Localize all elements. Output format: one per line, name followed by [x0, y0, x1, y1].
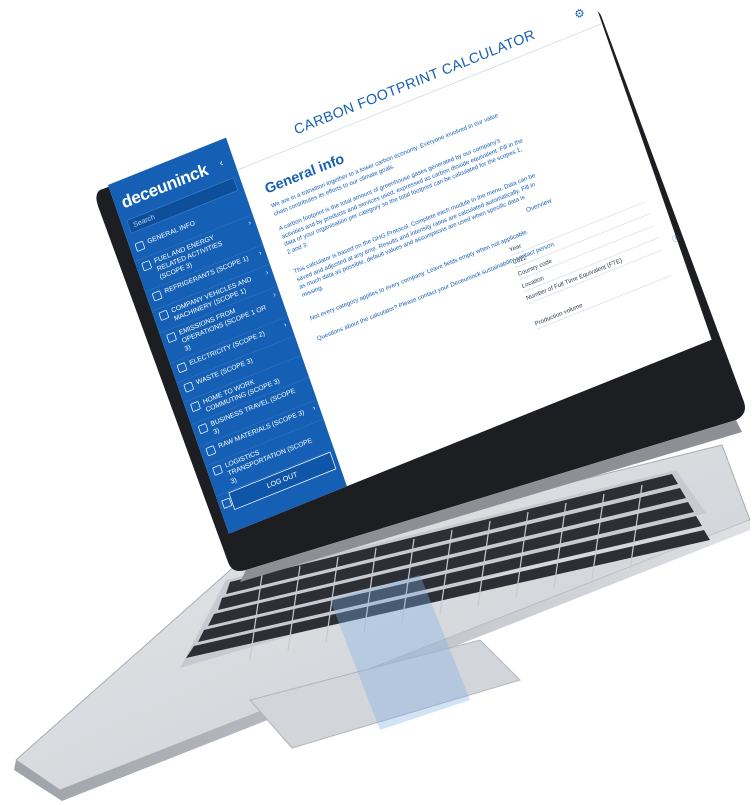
chevron-right-icon: ›	[311, 404, 317, 413]
menu-collapse-icon[interactable]: ‹	[218, 156, 225, 168]
chevron-right-icon: ›	[282, 320, 288, 330]
fuel-icon	[141, 260, 153, 272]
snowflake-icon	[151, 290, 163, 302]
logout-icon	[221, 497, 233, 509]
truck-icon	[158, 309, 170, 321]
chevron-right-icon: ›	[257, 249, 263, 258]
laptop-scene: deceuninck ‹ Search GENERAL INFO FUEL AN…	[0, 0, 753, 805]
info-icon	[134, 240, 146, 252]
factory-icon	[166, 331, 177, 344]
plane-icon	[197, 423, 209, 435]
chevron-right-icon: ›	[272, 290, 278, 300]
chevron-right-icon: ›	[264, 268, 270, 277]
bolt-icon	[176, 361, 188, 374]
shipping-icon	[212, 464, 224, 476]
box-icon	[205, 445, 217, 457]
trash-icon	[183, 381, 195, 393]
car-icon	[190, 400, 201, 413]
chevron-right-icon: ›	[247, 218, 253, 228]
